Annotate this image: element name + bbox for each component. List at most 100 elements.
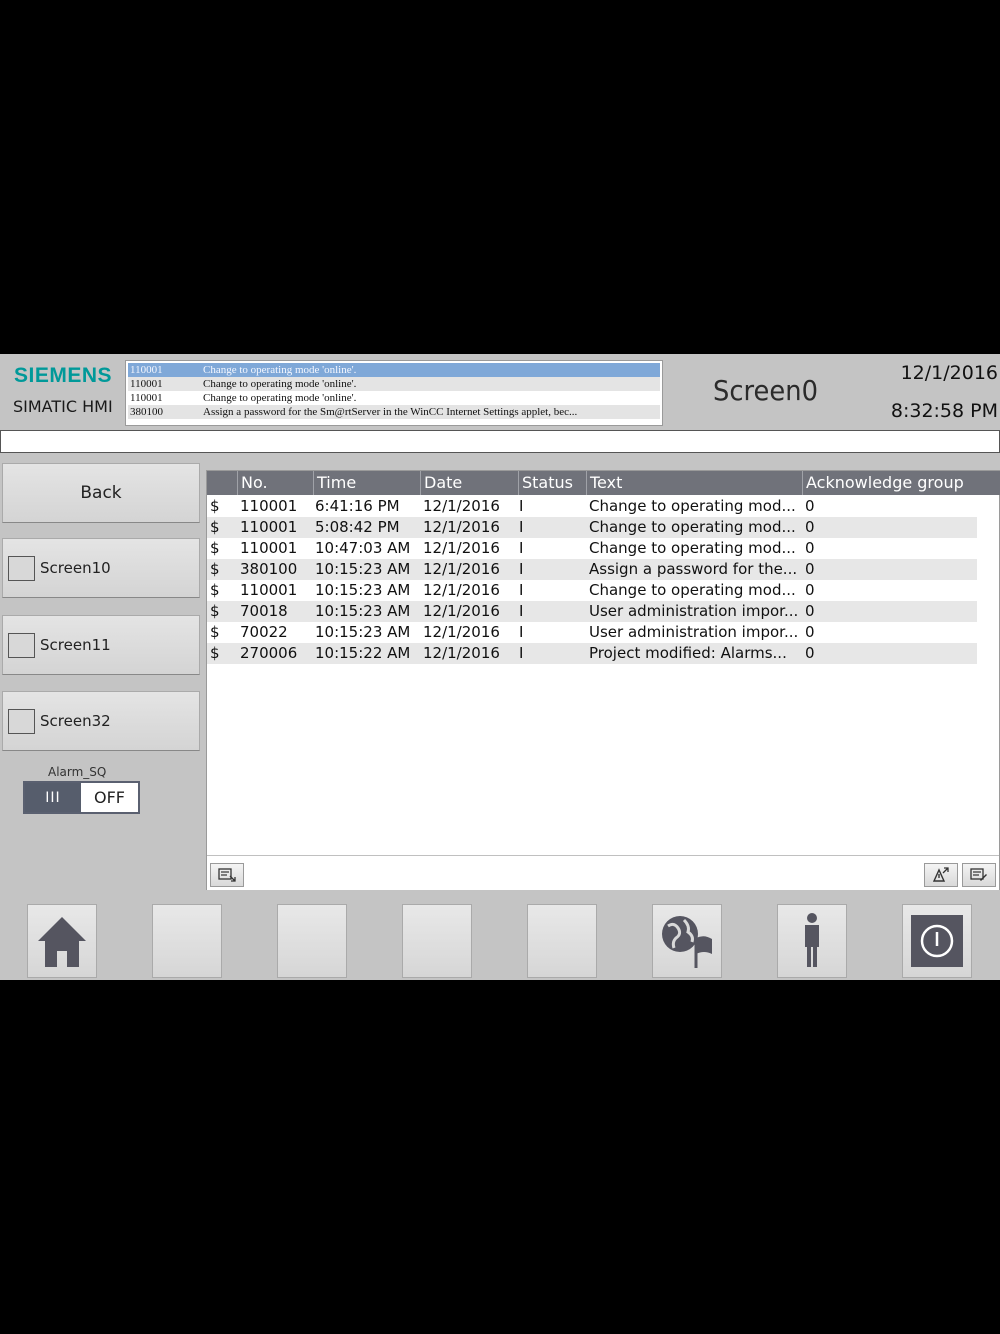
column-header-ack-group[interactable]: Acknowledge group xyxy=(802,471,979,495)
column-header-no[interactable]: No. xyxy=(237,471,313,495)
table-row[interactable]: $70022 10:15:23 AM 12/1/2016 I User administ… xyxy=(207,622,979,643)
toggle-handle[interactable]: III xyxy=(25,783,81,812)
header: SIEMENS SIMATIC HMI 110001 Change to ope… xyxy=(0,354,1000,428)
function-key-5[interactable] xyxy=(527,904,597,978)
screen32-checkbox-icon xyxy=(8,708,35,734)
alarm-class-icon: $ xyxy=(210,644,220,662)
cell-no: 70018 xyxy=(240,602,288,620)
product-name: SIMATIC HMI xyxy=(13,397,113,416)
screen10-checkbox-icon xyxy=(8,555,35,581)
ticker-text: Change to operating mode 'online'. xyxy=(203,364,357,376)
loop-in-alarm-button[interactable] xyxy=(210,863,244,887)
screen10-button[interactable]: Screen10 xyxy=(2,538,200,598)
cell-date: 12/1/2016 xyxy=(423,602,500,620)
power-button[interactable] xyxy=(902,904,972,978)
cell-text: Change to operating mod... xyxy=(589,581,796,599)
cell-no: 110001 xyxy=(240,497,298,515)
cell-date: 12/1/2016 xyxy=(423,497,500,515)
alarm-class-icon: $ xyxy=(210,602,220,620)
cell-ack-group: 0 xyxy=(805,602,815,620)
alarm-class-icon: $ xyxy=(210,518,220,536)
table-row[interactable]: $110001 10:47:03 AM 12/1/2016 I Change to op… xyxy=(207,538,979,559)
screen11-label: Screen11 xyxy=(40,636,111,654)
table-row[interactable]: $70018 10:15:23 AM 12/1/2016 I User administ… xyxy=(207,601,979,622)
ticker-text: Change to operating mode 'online'. xyxy=(203,378,357,390)
acknowledge-icon xyxy=(932,867,949,882)
screen10-label: Screen10 xyxy=(40,559,111,577)
ticker-text: Assign a password for the Sm@rtServer in… xyxy=(203,406,578,418)
back-button[interactable]: Back xyxy=(2,463,200,523)
cell-ack-group: 0 xyxy=(805,623,815,641)
screen11-button[interactable]: Screen11 xyxy=(2,615,200,675)
user-button[interactable] xyxy=(777,904,847,978)
language-button[interactable] xyxy=(652,904,722,978)
cell-time: 10:15:23 AM xyxy=(315,581,411,599)
table-row[interactable]: $380100 10:15:23 AM 12/1/2016 I Assign a pas… xyxy=(207,559,979,580)
ticker-row[interactable]: 110001 Change to operating mode 'online'… xyxy=(128,391,660,405)
cell-no: 110001 xyxy=(240,539,298,557)
cell-text: Change to operating mod... xyxy=(589,497,796,515)
column-header-date[interactable]: Date xyxy=(420,471,518,495)
cell-time: 5:08:42 PM xyxy=(315,518,400,536)
cell-no: 110001 xyxy=(240,518,298,536)
ticker-row[interactable]: 380100 Assign a password for the Sm@rtSe… xyxy=(128,405,660,419)
table-footer xyxy=(207,855,999,890)
cell-text: Change to operating mod... xyxy=(589,539,796,557)
ticker-row[interactable]: 110001 Change to operating mode 'online'… xyxy=(128,377,660,391)
screen32-label: Screen32 xyxy=(40,712,111,730)
cell-date: 12/1/2016 xyxy=(423,644,500,662)
ticker-number: 380100 xyxy=(130,406,163,418)
alarm-class-icon: $ xyxy=(210,581,220,599)
column-header-text[interactable]: Text xyxy=(586,471,802,495)
table-body: $110001 6:41:16 PM 12/1/2016 I Change to ope… xyxy=(207,496,979,664)
cell-no: 380100 xyxy=(240,560,298,578)
alarm-class-icon: $ xyxy=(210,539,220,557)
cell-text: Change to operating mod... xyxy=(589,518,796,536)
cell-status: I xyxy=(519,497,524,515)
cell-no: 70022 xyxy=(240,623,288,641)
table-row[interactable]: $110001 5:08:42 PM 12/1/2016 I Change to ope… xyxy=(207,517,979,538)
cell-text: Project modified: Alarms... xyxy=(589,644,787,662)
cell-text: User administration impor... xyxy=(589,602,799,620)
cell-ack-group: 0 xyxy=(805,644,815,662)
acknowledge-button[interactable] xyxy=(924,863,958,887)
cell-status: I xyxy=(519,518,524,536)
ticker-row[interactable]: 110001 Change to operating mode 'online'… xyxy=(128,363,660,377)
home-button[interactable] xyxy=(27,904,97,978)
table-row[interactable]: $270006 10:15:22 AM 12/1/2016 I Project modi… xyxy=(207,643,979,664)
toggle-state: OFF xyxy=(94,788,125,807)
function-key-2[interactable] xyxy=(152,904,222,978)
cell-text: Assign a password for the... xyxy=(589,560,798,578)
table-row[interactable]: $110001 10:15:23 AM 12/1/2016 I Change to op… xyxy=(207,580,979,601)
table-row[interactable]: $110001 6:41:16 PM 12/1/2016 I Change to ope… xyxy=(207,496,979,517)
function-key-4[interactable] xyxy=(402,904,472,978)
alarm-class-icon: $ xyxy=(210,560,220,578)
table-scrollbar[interactable] xyxy=(977,495,999,855)
alarm-ticker[interactable]: 110001 Change to operating mode 'online'… xyxy=(125,360,663,426)
ticker-number: 110001 xyxy=(130,378,163,390)
language-globe-icon xyxy=(662,916,712,968)
column-header-status[interactable]: Status xyxy=(518,471,586,495)
cell-time: 10:15:23 AM xyxy=(315,560,411,578)
ticker-text: Change to operating mode 'online'. xyxy=(203,392,357,404)
time-display: 8:32:58 PM xyxy=(890,400,998,422)
cell-text: User administration impor... xyxy=(589,623,799,641)
function-key-3[interactable] xyxy=(277,904,347,978)
screen-title: Screen0 xyxy=(713,374,818,407)
cell-time: 6:41:16 PM xyxy=(315,497,400,515)
cell-ack-group: 0 xyxy=(805,518,815,536)
screen11-checkbox-icon xyxy=(8,632,35,658)
siemens-logo: SIEMENS xyxy=(14,364,113,387)
cell-date: 12/1/2016 xyxy=(423,539,500,557)
column-header-time[interactable]: Time xyxy=(313,471,420,495)
edit-alarm-button[interactable] xyxy=(962,863,996,887)
screen32-button[interactable]: Screen32 xyxy=(2,691,200,751)
cell-status: I xyxy=(519,581,524,599)
alarm-sq-toggle[interactable]: III OFF xyxy=(23,781,140,814)
ticker-number: 110001 xyxy=(130,364,163,376)
loop-in-alarm-icon xyxy=(218,868,236,882)
cell-status: I xyxy=(519,623,524,641)
cell-date: 12/1/2016 xyxy=(423,560,500,578)
cell-no: 110001 xyxy=(240,581,298,599)
cell-status: I xyxy=(519,560,524,578)
